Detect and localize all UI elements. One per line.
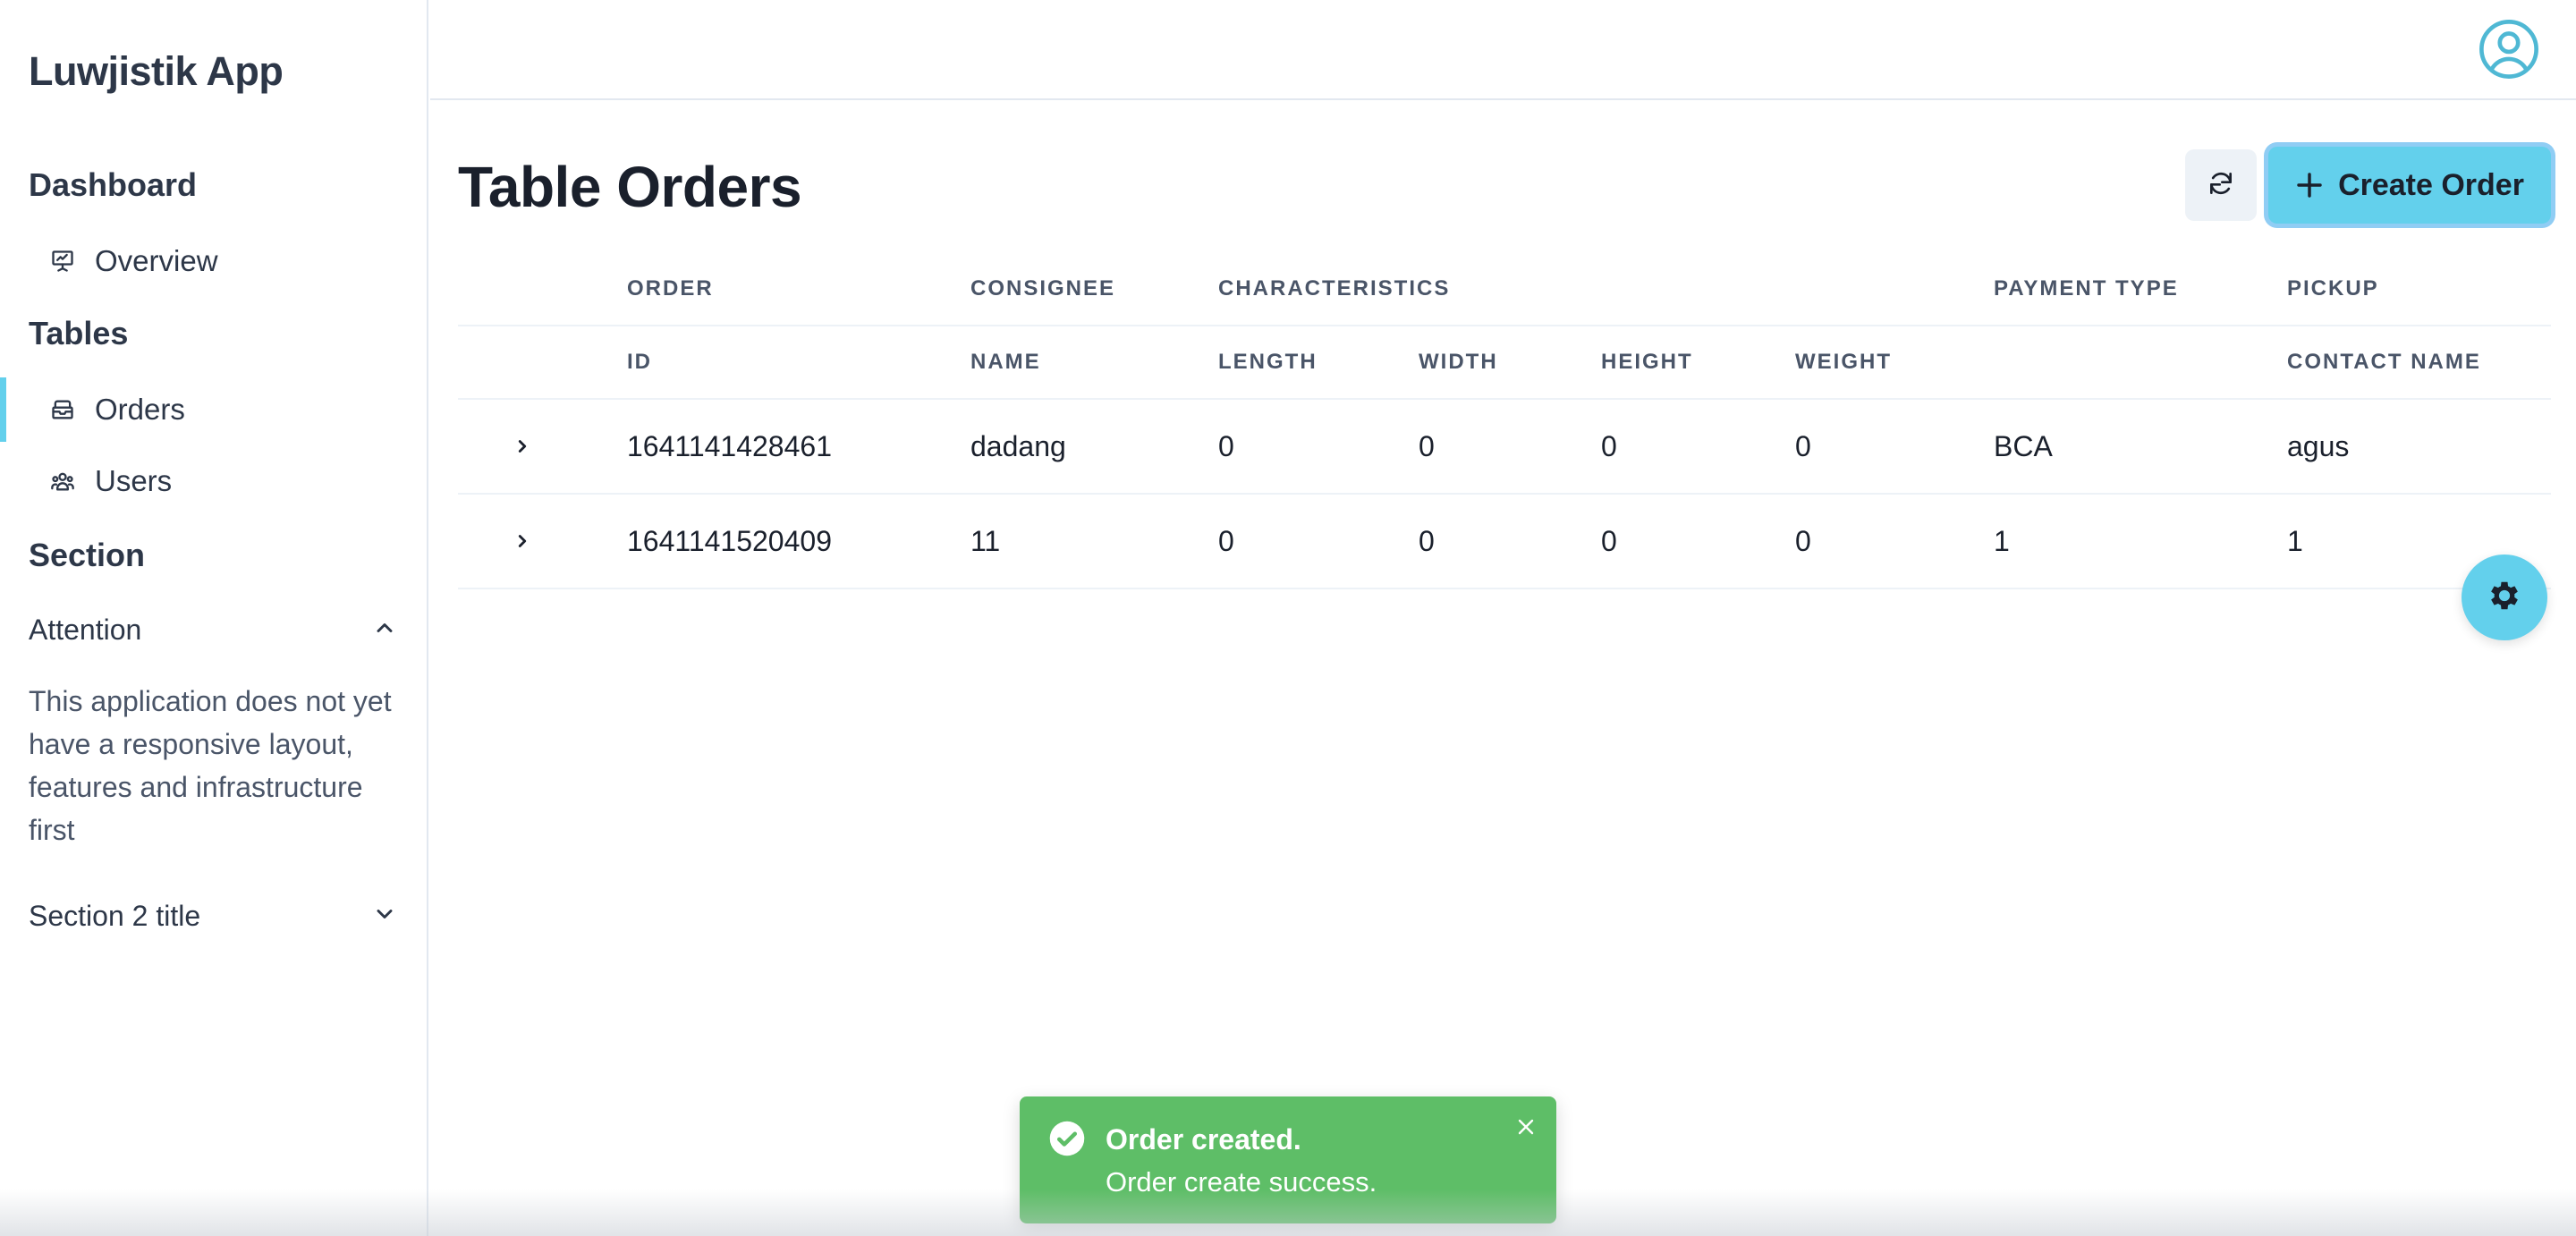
accordion-attention[interactable]: Attention [29, 605, 397, 655]
cell-consignee-name: dadang [970, 399, 1218, 495]
expand-cell [458, 494, 627, 589]
accordion-section-2[interactable]: Section 2 title [29, 891, 397, 941]
app-root: Luwjistik App Dashboard Overview Tables … [0, 0, 2576, 1236]
cell-width: 0 [1419, 399, 1601, 495]
sidebar-item-users[interactable]: Users [0, 449, 427, 513]
toast-description: Order create success. [1106, 1166, 1377, 1198]
settings-fab[interactable] [2462, 555, 2547, 640]
gear-icon [2486, 577, 2523, 619]
cell-height: 0 [1601, 399, 1795, 495]
chevron-right-icon[interactable] [504, 428, 540, 464]
cell-weight: 0 [1795, 494, 1994, 589]
group-header-consignee: CONSIGNEE [970, 252, 1218, 326]
sidebar-item-label: Orders [95, 393, 185, 426]
group-header-order: ORDER [627, 252, 970, 326]
sidebar-item-orders[interactable]: Orders [0, 377, 427, 442]
expand-cell [458, 399, 627, 495]
group-header-pickup: PICKUP [2287, 252, 2551, 326]
refresh-button[interactable] [2185, 149, 2257, 221]
sidebar-item-overview[interactable]: Overview [0, 229, 427, 293]
close-icon[interactable] [1512, 1113, 1540, 1141]
presentation-icon [50, 249, 75, 274]
accordion-label: Attention [29, 613, 142, 646]
cell-consignee-name: 11 [970, 494, 1218, 589]
nav-group-tables: Tables [29, 315, 129, 351]
brand-title: Luwjistik App [29, 48, 284, 94]
column-header-width: WIDTH [1419, 326, 1601, 400]
sidebar-item-label: Overview [95, 244, 218, 277]
column-header-name: NAME [970, 326, 1218, 400]
nav-group-section: Section [29, 537, 146, 573]
table-column-header-row: ID NAME LENGTH WIDTH HEIGHT WEIGHT CONTA… [458, 326, 2551, 400]
sidebar-item-label: Users [95, 464, 173, 497]
check-circle-icon [1048, 1120, 1086, 1157]
chevron-up-icon [372, 615, 397, 645]
group-header-payment-type: PAYMENT TYPE [1994, 252, 2287, 326]
nav-group-dashboard: Dashboard [29, 166, 198, 203]
cell-order-id: 1641141428461 [627, 399, 970, 495]
inbox-icon [50, 397, 75, 422]
cell-weight: 0 [1795, 399, 1994, 495]
create-order-label: Create Order [2338, 167, 2524, 202]
table-header-spacer [458, 252, 627, 326]
group-header-characteristics: CHARACTERISTICS [1218, 252, 1994, 326]
accordion-label: Section 2 title [29, 899, 201, 932]
success-toast: Order created. Order create success. [1020, 1096, 1556, 1223]
page-title: Table Orders [458, 155, 802, 219]
create-order-button[interactable]: Create Order [2268, 147, 2551, 224]
cell-height: 0 [1601, 494, 1795, 589]
column-header-payment [1994, 326, 2287, 400]
table-row[interactable]: 1641141428461 dadang 0 0 0 0 BCA agus [458, 399, 2551, 495]
table-group-header-row: ORDER CONSIGNEE CHARACTERISTICS PAYMENT … [458, 252, 2551, 326]
cell-payment-type: BCA [1994, 399, 2287, 495]
column-header-id: ID [627, 326, 970, 400]
table-header-spacer [458, 326, 627, 400]
cell-length: 0 [1218, 399, 1419, 495]
toast-title: Order created. [1106, 1123, 1301, 1156]
column-header-height: HEIGHT [1601, 326, 1795, 400]
cell-order-id: 1641141520409 [627, 494, 970, 589]
refresh-icon [2207, 169, 2235, 202]
attention-panel-text: This application does not yet have a res… [29, 685, 392, 846]
chevron-down-icon [372, 902, 397, 931]
cell-contact-name: agus [2287, 399, 2551, 495]
table-row[interactable]: 1641141520409 11 0 0 0 0 1 1 [458, 494, 2551, 589]
user-circle-icon[interactable] [2478, 18, 2540, 80]
orders-table: ORDER CONSIGNEE CHARACTERISTICS PAYMENT … [458, 252, 2551, 589]
cell-payment-type: 1 [1994, 494, 2287, 589]
plus-icon [2295, 171, 2324, 199]
column-header-length: LENGTH [1218, 326, 1419, 400]
cell-width: 0 [1419, 494, 1601, 589]
users-icon [50, 469, 75, 494]
column-header-contact-name: CONTACT NAME [2287, 326, 2551, 400]
cell-length: 0 [1218, 494, 1419, 589]
sidebar: Luwjistik App Dashboard Overview Tables … [0, 0, 428, 1236]
column-header-weight: WEIGHT [1795, 326, 1994, 400]
chevron-right-icon[interactable] [504, 523, 540, 559]
top-bar [430, 0, 2576, 100]
